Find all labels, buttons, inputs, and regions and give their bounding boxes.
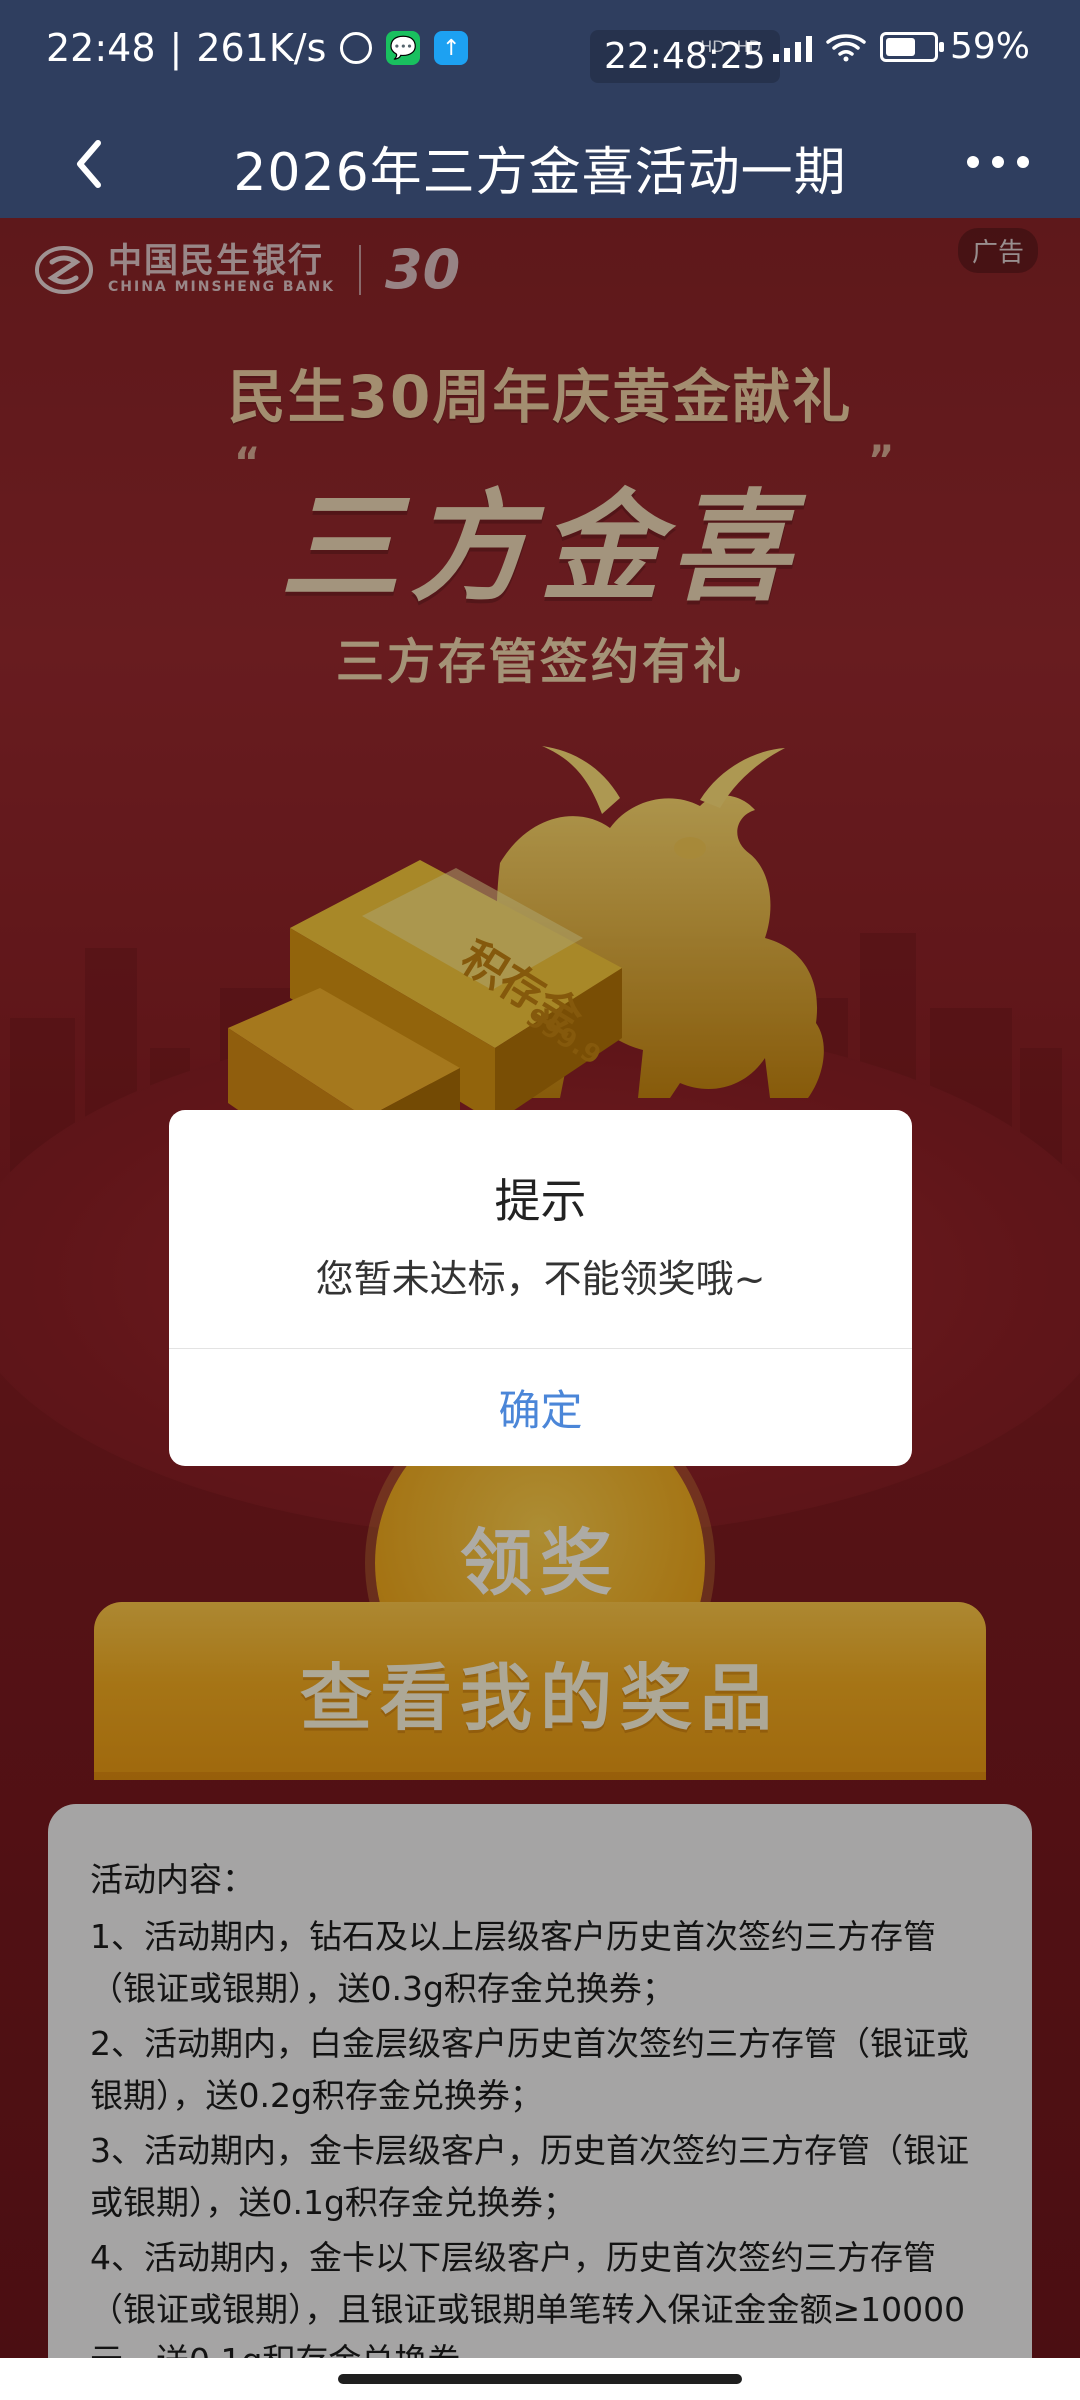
- dialog-message: 您暂未达标，不能领奖哦~: [315, 1257, 766, 1301]
- title-bar: 2026年三方金喜活动一期: [0, 110, 1080, 218]
- dialog-ok-button[interactable]: 确定: [169, 1349, 912, 1466]
- page-title: 2026年三方金喜活动一期: [233, 143, 847, 203]
- wifi-icon: [826, 33, 866, 61]
- navigation-bar: [0, 2358, 1080, 2400]
- status-separator: |: [169, 26, 183, 70]
- alarm-icon: [340, 32, 373, 64]
- wechat-icon: 💬: [386, 31, 421, 65]
- status-left: 22:48 | 261K/s 💬 ↑: [46, 26, 469, 70]
- dialog-title: 提示: [494, 1174, 587, 1228]
- notice-dialog: 提示 您暂未达标，不能领奖哦~ 确定: [169, 1110, 912, 1466]
- more-button[interactable]: [958, 130, 1038, 194]
- upload-icon: ↑: [434, 31, 469, 65]
- network-speed: 261K/s: [196, 26, 327, 70]
- battery-fill: [885, 37, 915, 56]
- home-indicator[interactable]: [338, 2374, 742, 2384]
- status-right: HD HD 59%: [700, 26, 1030, 67]
- battery-icon: [879, 31, 944, 62]
- signal-icon: [772, 32, 812, 62]
- status-bar: 22:48 | 261K/s 💬 ↑ 22:48:25 HD HD 59%: [0, 0, 1080, 110]
- more-icon: [967, 156, 1029, 168]
- status-time: 22:48: [46, 26, 156, 70]
- battery-percent: 59%: [949, 26, 1030, 67]
- hd-label-1: HD: [700, 37, 725, 56]
- hd-label-2: HD: [736, 37, 761, 56]
